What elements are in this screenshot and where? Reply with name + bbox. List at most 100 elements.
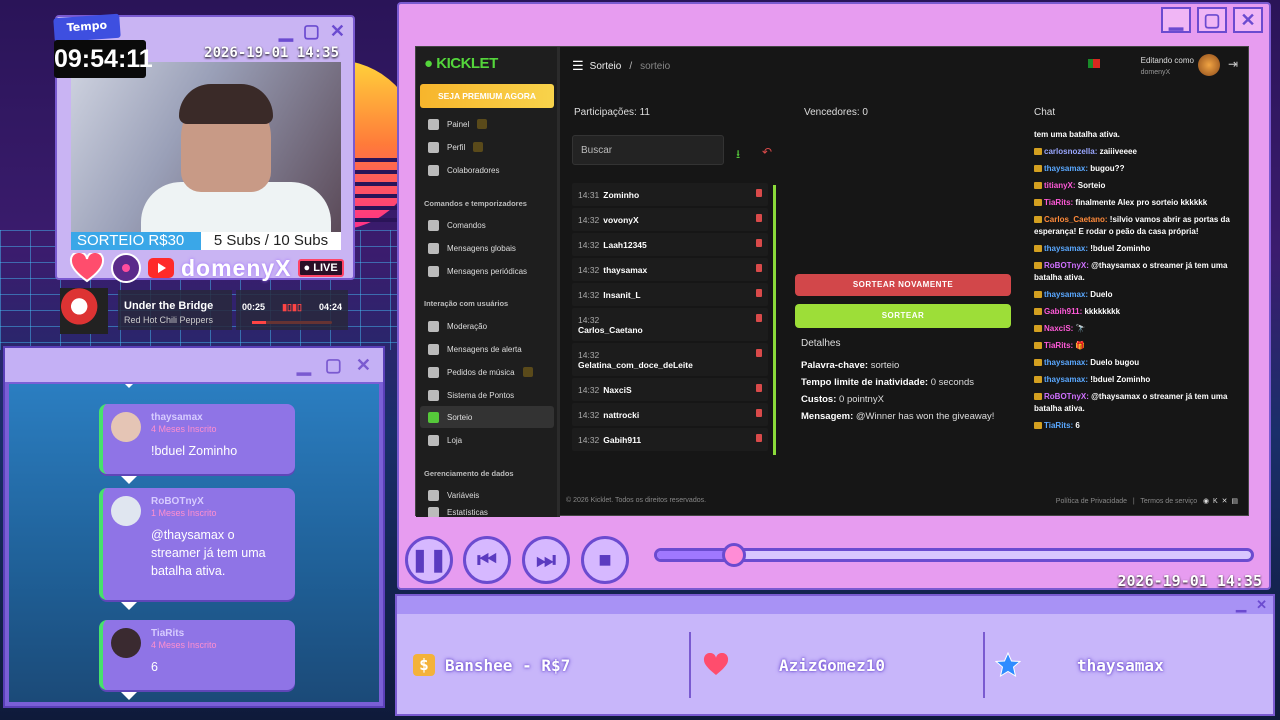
sidebar-item-mensagens-alerta[interactable]: Mensagens de alerta <box>420 338 554 360</box>
terms-link[interactable]: Termos de serviço <box>1140 498 1197 505</box>
document-icon[interactable]: ▤ <box>1231 498 1238 505</box>
minimize-icon[interactable]: ▁ <box>279 21 293 42</box>
flag-icon[interactable] <box>1088 59 1100 68</box>
maximize-icon[interactable]: ▢ <box>303 21 320 42</box>
editing-user: domenyX <box>1140 69 1171 76</box>
minimize-icon[interactable]: ▁ <box>1161 7 1191 33</box>
draw-button[interactable]: SORTEAR <box>795 304 1011 328</box>
chat-username[interactable]: TiaRits: <box>1044 198 1075 207</box>
trash-icon[interactable] <box>756 239 762 247</box>
chat-message: TiaRits: finalmente Alex pro sorteio kkk… <box>1034 197 1234 209</box>
minimize-icon[interactable]: ▁ <box>297 355 311 376</box>
pause-button[interactable]: ❚❚ <box>405 536 453 584</box>
sidebar-item-mensagens-globais[interactable]: Mensagens globais <box>420 237 554 259</box>
sidebar-item-colaboradores[interactable]: Colaboradores <box>420 159 554 181</box>
maximize-icon[interactable]: ▢ <box>325 355 342 376</box>
brand-name: KICKLET <box>436 55 498 72</box>
breadcrumb-main[interactable]: Sorteio <box>590 61 622 72</box>
chat-username[interactable]: Carlos_Caetano: <box>1044 215 1110 224</box>
premium-button[interactable]: SEJA PREMIUM AGORA <box>420 84 554 108</box>
draw-again-button[interactable]: SORTEAR NOVAMENTE <box>795 274 1011 296</box>
chat-overlay-window: ▁ ▢ ✕ thaysamax 4 Meses Inscrito !bduel … <box>3 346 385 708</box>
chat-username[interactable]: thaysamax: <box>1044 290 1090 299</box>
sidebar-item-comandos[interactable]: Comandos <box>420 214 554 236</box>
chat-username[interactable]: Gabih911: <box>1044 307 1084 316</box>
chat-bubble-user: TiaRits <box>151 628 185 639</box>
download-icon[interactable]: ⭳ <box>736 145 740 166</box>
bubble-pointer <box>121 692 137 700</box>
brand-logo[interactable]: ● KICKLET <box>424 55 498 72</box>
chat-username[interactable]: RoBOTnyX: <box>1044 392 1091 401</box>
close-icon[interactable]: ✕ <box>330 21 345 42</box>
menu-icon[interactable]: ☰ <box>572 58 584 74</box>
sidebar-item-sistema-pontos[interactable]: Sistema de Pontos <box>420 384 554 406</box>
badge-icon <box>1034 182 1042 190</box>
maximize-icon[interactable]: ▢ <box>1197 7 1227 33</box>
chat-username[interactable]: carlosnozella: <box>1044 147 1100 156</box>
editing-label: Editando como <box>1140 56 1194 65</box>
sidebar-item-label: Comandos <box>447 220 486 230</box>
chat-username[interactable]: TiaRits: <box>1044 341 1075 350</box>
previous-button[interactable]: ⏮ <box>463 536 511 584</box>
sidebar-item-moderacao[interactable]: Moderação <box>420 315 554 337</box>
privacy-link[interactable]: Política de Privacidade <box>1056 498 1127 505</box>
sidebar-item-estatisticas[interactable]: Estatísticas <box>420 507 554 517</box>
participant-name: Insanit_L <box>603 290 641 300</box>
sidebar-item-mensagens-periodicas[interactable]: Mensagens periódicas <box>420 260 554 282</box>
megaphone-icon <box>428 343 439 355</box>
trash-icon[interactable] <box>756 214 762 222</box>
webcam-video <box>71 62 341 232</box>
trash-icon[interactable] <box>756 289 762 297</box>
chat-username[interactable]: RoBOTnyX: <box>1044 261 1091 270</box>
trash-icon[interactable] <box>756 434 762 442</box>
avatar[interactable] <box>1198 54 1220 76</box>
x-icon[interactable]: ✕ <box>1222 498 1228 505</box>
search-input[interactable]: Buscar <box>572 135 724 165</box>
badge-icon <box>1034 376 1042 384</box>
chat-username[interactable]: TiaRits: <box>1044 421 1075 430</box>
chat-username[interactable]: NaxciS: <box>1044 324 1076 333</box>
list-item: 14:32 vovonyX <box>572 208 768 231</box>
cart-icon <box>428 434 439 446</box>
trash-icon[interactable] <box>756 314 762 322</box>
sidebar-item-loja[interactable]: Loja <box>420 429 554 451</box>
chat-username[interactable]: thaysamax: <box>1044 358 1090 367</box>
discord-icon[interactable]: ◉ <box>1203 498 1209 505</box>
waveform-icon: ▮▯▮▯ <box>282 302 302 312</box>
close-icon[interactable]: ✕ <box>1256 597 1267 613</box>
logout-icon[interactable]: ⇥ <box>1228 57 1238 71</box>
stop-button[interactable]: ■ <box>581 536 629 584</box>
trash-icon[interactable] <box>756 409 762 417</box>
bubble-pointer <box>121 476 137 484</box>
seek-bar[interactable] <box>654 543 1254 567</box>
trash-icon[interactable] <box>756 384 762 392</box>
trash-icon[interactable] <box>756 189 762 197</box>
close-icon[interactable]: ✕ <box>1233 7 1263 33</box>
badge-icon <box>1034 245 1042 253</box>
shield-icon <box>428 320 439 332</box>
sidebar-item-sorteio[interactable]: Sorteio <box>420 406 554 428</box>
participants-list: 14:31 Zominho 14:32 vovonyX 14:32 Laah12345… <box>572 183 772 457</box>
track-current: 00:25 <box>242 302 266 312</box>
sidebar-item-variaveis[interactable]: Variáveis <box>420 484 554 506</box>
sidebar-item-painel[interactable]: Painel <box>420 113 554 135</box>
chat-username[interactable]: thaysamax: <box>1044 375 1090 384</box>
close-icon[interactable]: ✕ <box>356 355 371 376</box>
participant-time: 14:32 <box>578 435 600 445</box>
chat-username[interactable]: thaysamax: <box>1044 244 1090 253</box>
sidebar-item-perfil[interactable]: Perfil <box>420 136 554 158</box>
kick-icon[interactable]: K <box>1213 498 1218 505</box>
sidebar-item-pedidos-musica[interactable]: Pedidos de música <box>420 361 554 383</box>
participant-name: thaysamax <box>603 265 648 275</box>
live-label: LIVE <box>313 262 338 274</box>
trash-icon[interactable] <box>756 264 762 272</box>
grid-icon <box>428 118 439 130</box>
chat-username[interactable]: thaysamax: <box>1044 164 1090 173</box>
list-scrollbar[interactable] <box>773 185 776 455</box>
trash-icon[interactable] <box>756 349 762 357</box>
breadcrumb: ☰ Sorteio / sorteio Editando como domeny… <box>566 47 1248 85</box>
undo-icon[interactable]: ↶ <box>762 145 772 159</box>
minimize-icon[interactable]: ▁ <box>1236 597 1246 613</box>
next-button[interactable]: ⏭ <box>522 536 570 584</box>
chat-username[interactable]: titianyX: <box>1044 181 1078 190</box>
